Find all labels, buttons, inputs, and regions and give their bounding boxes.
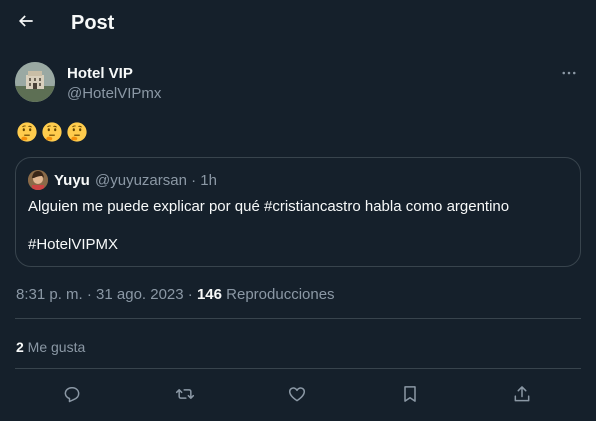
back-arrow-icon [16, 11, 36, 36]
share-button[interactable] [510, 384, 534, 408]
views-label: Reproducciones [221, 286, 335, 303]
thinking-face-emoji [16, 121, 38, 145]
post-text [16, 121, 88, 145]
bookmark-button[interactable] [398, 384, 422, 408]
post-metadata: 8:31 p. m. · 31 ago. 2023 · 146 Reproduc… [16, 286, 335, 303]
thinking-face-emoji [41, 121, 63, 145]
quote-author-avatar[interactable] [28, 170, 48, 190]
divider [15, 318, 581, 319]
author-handle[interactable]: @HotelVIPmx [67, 85, 161, 102]
more-icon [560, 64, 578, 87]
retweet-icon [175, 384, 195, 409]
post-author: Hotel VIP @HotelVIPmx [15, 61, 581, 105]
reply-icon [62, 384, 82, 409]
header: Post [0, 0, 596, 50]
divider [15, 368, 581, 369]
more-button[interactable] [557, 63, 581, 87]
likes-count: 2 [16, 339, 24, 355]
views-count: 146 [196, 286, 222, 303]
likes-label: Me gusta [23, 339, 86, 355]
quote-text: Alguien me puede explicar por qué #crist… [28, 198, 510, 215]
quote-hashtag[interactable]: #HotelVIPMX [28, 236, 118, 253]
likes-summary[interactable]: 2 Me gusta [16, 339, 85, 355]
page-title: Post [71, 12, 115, 34]
author-avatar[interactable] [15, 62, 55, 102]
post-timestamp[interactable]: 8:31 p. m. · 31 ago. 2023 · [16, 286, 197, 303]
retweet-button[interactable] [173, 384, 197, 408]
share-icon [512, 384, 532, 409]
bookmark-icon [400, 384, 420, 409]
quote-author-name[interactable]: Yuyu [54, 172, 90, 189]
thinking-face-emoji [66, 121, 88, 145]
author-name[interactable]: Hotel VIP [67, 65, 133, 82]
like-icon [287, 384, 307, 409]
action-bar [15, 376, 581, 416]
quoted-post[interactable]: Yuyu @yuyuzarsan · 1h Alguien me puede e… [15, 157, 581, 267]
quote-author-handle[interactable]: @yuyuzarsan · 1h [95, 172, 217, 189]
like-button[interactable] [285, 384, 309, 408]
back-button[interactable] [12, 9, 40, 37]
reply-button[interactable] [60, 384, 84, 408]
